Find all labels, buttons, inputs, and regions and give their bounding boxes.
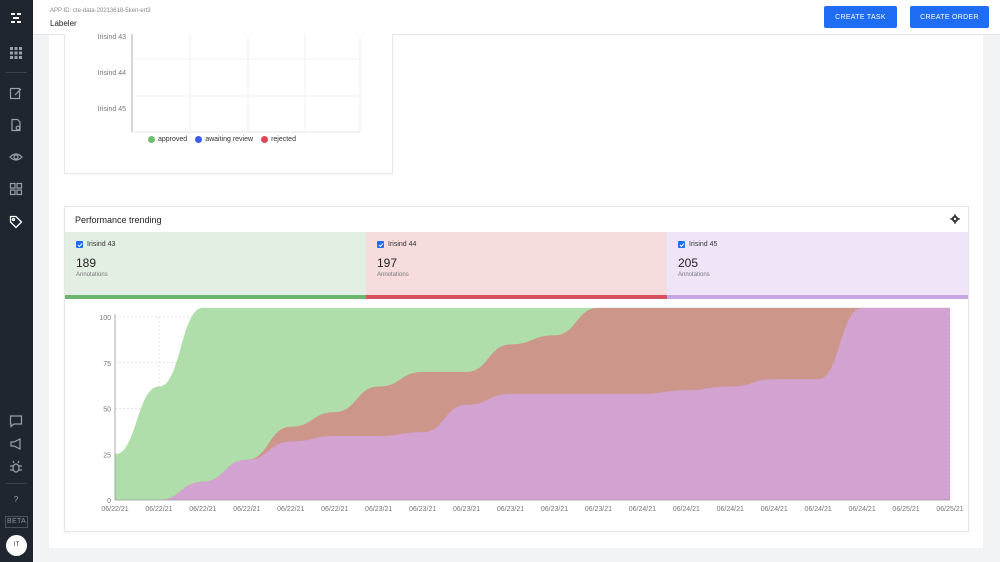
- x-tick-label: 06/23/21: [453, 506, 480, 513]
- performance-trend-chart: 0 25 50 75 100 06/22/21 06/22/21 06/22/21 06/22/…: [99, 307, 964, 513]
- y-tick-label: 0: [107, 498, 111, 505]
- bug-icon[interactable]: [9, 460, 23, 474]
- legend-label: approved: [158, 136, 188, 143]
- x-tick-label: 06/22/21: [321, 506, 348, 513]
- user-color-bar: [65, 295, 366, 299]
- document-search-icon[interactable]: [9, 118, 23, 132]
- status-chart-grid: [131, 34, 361, 133]
- sidebar: ? BETA IT: [0, 0, 33, 562]
- legend-dot: [195, 136, 203, 143]
- page-title: Labeler: [50, 19, 77, 28]
- status-chart-card: Irisind 43 Irisind 44 Irisind 45: [64, 34, 393, 174]
- checkbox-checked-icon[interactable]: [377, 241, 384, 248]
- user-tile-irisind-44[interactable]: Irisind 44 197 Annotations: [366, 232, 667, 299]
- legend-dot: [261, 136, 269, 143]
- legend-label: rejected: [271, 136, 296, 143]
- sidebar-divider: [6, 483, 27, 484]
- y-axis-label: Irisind 43: [97, 34, 126, 41]
- annotation-count: 197: [377, 256, 398, 270]
- checkbox-checked-icon[interactable]: [678, 241, 685, 248]
- annotation-count: 189: [76, 256, 97, 270]
- settings-gear-icon[interactable]: [950, 214, 960, 224]
- y-tick-label: 50: [103, 407, 111, 414]
- tag-icon[interactable]: [9, 215, 23, 229]
- user-toggle[interactable]: Irisind 45: [678, 241, 717, 248]
- user-toggle[interactable]: Irisind 44: [377, 241, 416, 248]
- create-task-button[interactable]: CREATE TASK: [824, 6, 897, 28]
- user-tile-irisind-43[interactable]: Irisind 43 189 Annotations: [65, 232, 366, 299]
- x-tick-label: 06/24/21: [629, 506, 656, 513]
- user-name: Irisind 45: [689, 241, 718, 248]
- x-tick-label: 06/25/21: [936, 506, 963, 513]
- x-tick-label: 06/23/21: [497, 506, 524, 513]
- beta-badge: BETA: [5, 516, 28, 528]
- app-logo-icon[interactable]: [9, 11, 23, 25]
- user-name: Irisind 43: [87, 241, 116, 248]
- megaphone-icon[interactable]: [9, 437, 23, 451]
- legend-item-rejected[interactable]: rejected: [261, 136, 296, 143]
- legend-item-approved[interactable]: approved: [148, 136, 187, 143]
- help-icon[interactable]: ?: [9, 492, 23, 506]
- x-tick-label: 06/22/21: [145, 506, 172, 513]
- status-legend: approved awaiting review rejected: [148, 136, 296, 143]
- y-axis-label: Irisind 44: [97, 70, 126, 77]
- app-id: APP ID: cte-data-20213618-5ken-ert3: [50, 8, 151, 14]
- chat-icon[interactable]: [9, 414, 23, 428]
- avatar[interactable]: IT: [6, 535, 27, 556]
- legend-item-awaiting-review[interactable]: awaiting review: [195, 136, 253, 143]
- user-color-bar: [667, 295, 968, 299]
- top-bar: APP ID: cte-data-20213618-5ken-ert3 Labe…: [33, 0, 1000, 35]
- user-tile-irisind-45[interactable]: Irisind 45 205 Annotations: [667, 232, 968, 299]
- x-tick-label: 06/24/21: [673, 506, 700, 513]
- x-tick-label: 06/24/21: [848, 506, 875, 513]
- x-tick-label: 06/23/21: [365, 506, 392, 513]
- x-tick-label: 06/24/21: [761, 506, 788, 513]
- x-tick-label: 06/22/21: [233, 506, 260, 513]
- legend-label: awaiting review: [205, 136, 254, 143]
- card-title: Performance trending: [75, 215, 162, 225]
- x-tick-label: 06/22/21: [277, 506, 304, 513]
- create-order-button[interactable]: CREATE ORDER: [910, 6, 989, 28]
- x-tick-label: 06/24/21: [805, 506, 832, 513]
- eye-icon[interactable]: [9, 150, 23, 164]
- x-tick-label: 06/23/21: [541, 506, 568, 513]
- performance-trending-card: Performance trending Irisind 43 189 Anno…: [64, 206, 969, 532]
- annotation-count: 205: [678, 256, 699, 270]
- apps-grid-icon[interactable]: [9, 46, 23, 60]
- x-tick-label: 06/23/21: [585, 506, 612, 513]
- y-tick-label: 75: [103, 361, 111, 368]
- dashboard-icon[interactable]: [9, 182, 23, 196]
- x-tick-label: 06/22/21: [189, 506, 216, 513]
- x-tick-label: 06/22/21: [101, 506, 128, 513]
- edit-icon[interactable]: [9, 86, 23, 100]
- checkbox-checked-icon[interactable]: [76, 241, 83, 248]
- x-tick-label: 06/23/21: [409, 506, 436, 513]
- annotation-sublabel: Annotations: [76, 272, 108, 278]
- user-name: Irisind 44: [388, 241, 417, 248]
- y-tick-label: 25: [103, 452, 111, 459]
- legend-dot: [148, 136, 155, 143]
- annotation-sublabel: Annotations: [678, 272, 710, 278]
- x-tick-label: 06/25/21: [892, 506, 919, 513]
- y-axis-label: Irisind 45: [97, 106, 126, 113]
- user-toggle[interactable]: Irisind 43: [76, 241, 115, 248]
- y-tick-label: 100: [99, 315, 111, 322]
- annotation-sublabel: Annotations: [377, 272, 409, 278]
- x-tick-label: 06/24/21: [717, 506, 744, 513]
- sidebar-divider: [6, 72, 27, 73]
- user-color-bar: [366, 295, 667, 299]
